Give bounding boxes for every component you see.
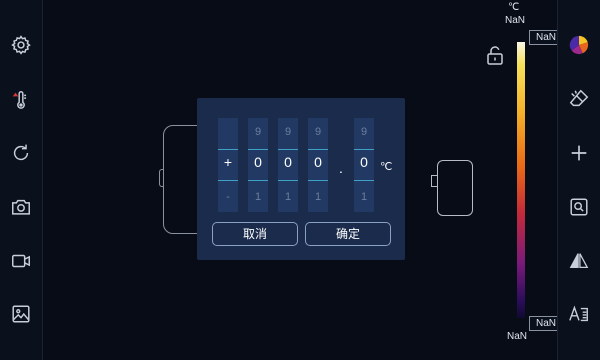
picker-current-value: +: [223, 154, 233, 170]
video-icon: [12, 254, 30, 268]
palette-icon: [569, 35, 589, 55]
right-toolbar: [557, 0, 600, 360]
eraser-icon: [569, 89, 589, 107]
gallery-icon: [12, 305, 30, 323]
palette-button[interactable]: [567, 33, 591, 57]
text-edit-icon: [569, 305, 588, 322]
mirror-button[interactable]: [567, 249, 591, 273]
color-scale-bar: [517, 42, 525, 318]
scale-min-label: NaN: [507, 331, 528, 342]
picker-current-value: 0: [360, 154, 368, 170]
scale-unit: ℃: [508, 2, 520, 13]
thermal-module-icon: [431, 160, 473, 216]
picker-next-value: 1: [284, 191, 292, 203]
settings-icon: [11, 35, 31, 55]
picker-prev-value: 9: [284, 126, 292, 138]
digit-picker-tens[interactable]: 9 0 1: [278, 118, 298, 212]
confirm-button[interactable]: 确定: [305, 222, 391, 246]
camera-button[interactable]: [9, 195, 33, 219]
picker-next-value: 1: [254, 191, 262, 203]
camera-icon: [12, 199, 30, 215]
scale-max-label: NaN: [505, 15, 526, 26]
gallery-button[interactable]: [9, 302, 33, 326]
picker-current-value: 0: [314, 154, 322, 170]
thermometer-icon: [12, 91, 27, 109]
picker-prev-value: 9: [314, 126, 322, 138]
picker-next-value: 1: [314, 191, 322, 203]
unlock-button[interactable]: [486, 45, 504, 65]
left-toolbar: [0, 0, 43, 360]
digit-picker-tenths[interactable]: 9 0 1: [354, 118, 374, 212]
digit-picker-ones[interactable]: 9 0 1: [308, 118, 328, 212]
picker-prev-value: 9: [254, 126, 262, 138]
eraser-button[interactable]: [567, 87, 591, 111]
decimal-point: .: [339, 160, 343, 176]
digit-picker-hundreds[interactable]: 9 0 1: [248, 118, 268, 212]
temperature-button[interactable]: [9, 88, 33, 112]
rotate-icon: [13, 144, 29, 161]
mirror-icon: [569, 253, 589, 269]
zoom-icon: [570, 198, 588, 216]
dialog-unit-label: ℃: [380, 161, 393, 173]
picker-current-value: 0: [254, 154, 262, 170]
add-button[interactable]: [567, 141, 591, 165]
settings-button[interactable]: [9, 33, 33, 57]
picker-current-value: 0: [284, 154, 292, 170]
picker-prev-value: 9: [360, 126, 368, 138]
video-button[interactable]: [9, 249, 33, 273]
cancel-button[interactable]: 取消: [212, 222, 298, 246]
picker-next-value: -: [226, 191, 230, 203]
plus-icon: [571, 145, 587, 161]
sign-picker[interactable]: + -: [218, 118, 238, 212]
text-edit-button[interactable]: [567, 302, 591, 326]
picker-next-value: 1: [360, 191, 368, 203]
zoom-button[interactable]: [567, 195, 591, 219]
unlock-icon: [487, 46, 503, 65]
rotate-button[interactable]: [9, 141, 33, 165]
